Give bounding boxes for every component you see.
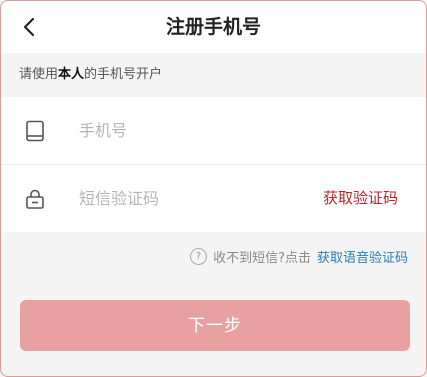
code-row: 获取验证码 (1, 164, 426, 232)
help-circle-icon: ? (190, 247, 208, 265)
phone-input[interactable] (79, 115, 269, 146)
hint-suffix: 的手机号开户 (84, 67, 163, 82)
phone-row (1, 97, 426, 164)
screen-frame: 注册手机号 请使用本人的手机号开户 获取验证码 (0, 0, 427, 377)
lock-icon (23, 187, 47, 211)
tablet-icon (23, 119, 47, 143)
voice-code-row: ? 收不到短信?点击 获取语音验证码 (1, 232, 426, 280)
form-card: 获取验证码 (1, 97, 426, 232)
hint-strong: 本人 (58, 67, 85, 82)
page-title: 注册手机号 (165, 16, 261, 38)
next-button[interactable]: 下一步 (20, 300, 410, 351)
header-bar: 注册手机号 (1, 1, 426, 53)
sms-code-input[interactable] (79, 183, 269, 214)
account-hint: 请使用本人的手机号开户 (1, 53, 426, 97)
voice-code-link[interactable]: 获取语音验证码 (317, 247, 408, 266)
get-code-button[interactable]: 获取验证码 (323, 165, 398, 232)
hint-prefix: 请使用 (19, 67, 59, 82)
voice-hint-text: 收不到短信?点击 (213, 250, 311, 266)
